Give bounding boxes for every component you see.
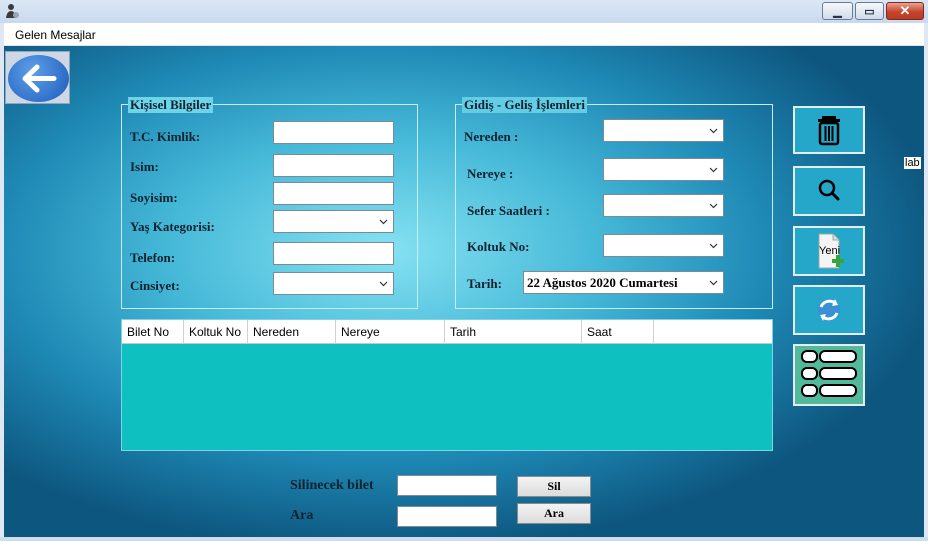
nereden-select[interactable] xyxy=(603,119,724,142)
column-header-tarih[interactable]: Tarih xyxy=(445,320,582,344)
close-icon: ✕ xyxy=(899,3,911,18)
maximize-button[interactable]: ▭ xyxy=(855,2,884,20)
column-header-koltuk-no[interactable]: Koltuk No xyxy=(184,320,248,344)
minimize-button[interactable]: ▁ xyxy=(822,2,853,20)
chevron-down-icon xyxy=(709,203,718,209)
back-button[interactable] xyxy=(5,51,70,104)
delete-button[interactable] xyxy=(793,106,865,154)
tc-label: T.C. Kimlik: xyxy=(130,129,201,144)
back-circle xyxy=(8,55,69,102)
column-header-nereye[interactable]: Nereye xyxy=(336,320,445,344)
tickets-grid[interactable]: Bilet No Koltuk No Nereden Nereye Tarih … xyxy=(121,319,773,451)
new-button[interactable]: Yeni xyxy=(793,226,865,276)
maximize-icon: ▭ xyxy=(864,5,875,18)
personal-info-legend: Kişisel Bilgiler xyxy=(128,97,214,113)
back-arrow-icon xyxy=(22,64,57,93)
grid-header: Bilet No Koltuk No Nereden Nereye Tarih … xyxy=(122,320,772,344)
chevron-down-icon xyxy=(709,128,718,134)
soyisim-input[interactable] xyxy=(273,182,394,205)
tc-input[interactable] xyxy=(273,121,394,144)
new-button-label: Yeni xyxy=(819,245,841,257)
ara-button[interactable]: Ara xyxy=(517,503,591,524)
tarih-picker[interactable]: 22 Ağustos 2020 Cumartesi xyxy=(523,271,724,294)
koltuk-select[interactable] xyxy=(603,234,724,257)
tarih-label: Tarih: xyxy=(467,276,502,291)
chevron-down-icon xyxy=(709,280,718,286)
ara-label: Ara xyxy=(290,508,314,523)
nereden-label: Nereden : xyxy=(464,129,519,144)
yas-label: Yaş Kategorisi: xyxy=(130,219,215,234)
list-button[interactable] xyxy=(793,344,865,406)
sefer-select[interactable] xyxy=(603,194,724,217)
tarih-value: 22 Ağustos 2020 Cumartesi xyxy=(527,275,678,290)
search-icon xyxy=(818,179,840,201)
isim-label: Isim: xyxy=(130,159,159,174)
chevron-down-icon xyxy=(379,219,388,225)
trash-icon xyxy=(818,116,840,146)
side-label: lab xyxy=(904,157,921,169)
column-header-saat[interactable]: Saat xyxy=(582,320,654,344)
form-client-area: Kişisel Bilgiler T.C. Kimlik: Isim: Soyi… xyxy=(4,46,924,537)
silinecek-bilet-input[interactable] xyxy=(397,475,497,496)
isim-input[interactable] xyxy=(273,154,394,177)
column-header-nereden[interactable]: Nereden xyxy=(248,320,336,344)
cinsiyet-label: Cinsiyet: xyxy=(130,278,180,293)
window-bottom-border xyxy=(0,537,928,541)
title-bar: ▁ ▭ ✕ xyxy=(0,0,928,23)
minimize-icon: ▁ xyxy=(833,5,842,18)
menu-bar: Gelen Mesajlar xyxy=(4,23,924,46)
soyisim-label: Soyisim: xyxy=(130,190,178,205)
chevron-down-icon xyxy=(709,167,718,173)
telefon-input[interactable] xyxy=(273,242,394,265)
refresh-button[interactable] xyxy=(793,285,865,335)
sil-button[interactable]: Sil xyxy=(517,476,591,497)
close-button[interactable]: ✕ xyxy=(886,2,924,20)
chevron-down-icon xyxy=(709,243,718,249)
menu-item-gelen-mesajlar[interactable]: Gelen Mesajlar xyxy=(15,28,96,42)
refresh-icon xyxy=(818,299,840,321)
column-header-bilet-no[interactable]: Bilet No xyxy=(122,320,184,344)
silinecek-bilet-label: Silinecek bilet xyxy=(290,478,374,493)
nereye-select[interactable] xyxy=(603,158,724,181)
list-icon xyxy=(801,350,857,397)
nereye-label: Nereye : xyxy=(467,166,514,181)
ara-input[interactable] xyxy=(397,506,497,527)
chevron-down-icon xyxy=(379,281,388,287)
sefer-label: Sefer Saatleri : xyxy=(467,203,550,218)
telefon-label: Telefon: xyxy=(130,250,176,265)
cinsiyet-select[interactable] xyxy=(273,272,394,295)
search-button[interactable] xyxy=(793,166,865,216)
app-icon xyxy=(6,4,19,18)
yas-select[interactable] xyxy=(273,210,394,233)
koltuk-label: Koltuk No: xyxy=(467,239,530,254)
travel-legend: Gidiş - Geliş İşlemleri xyxy=(462,97,587,113)
